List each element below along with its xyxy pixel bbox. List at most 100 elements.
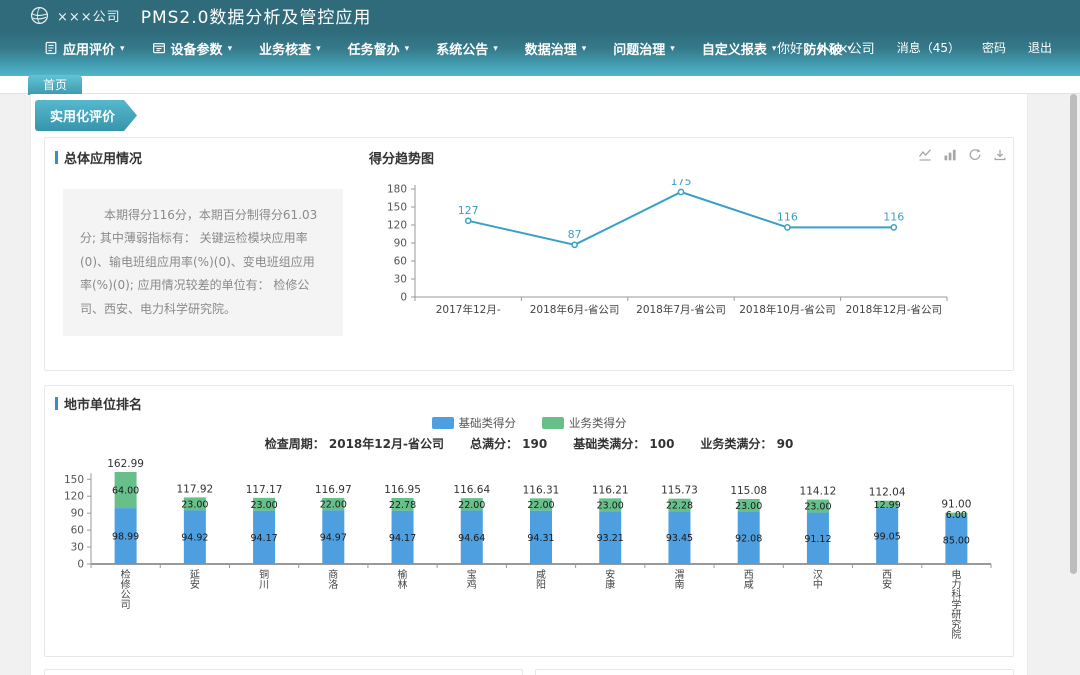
- svg-text:22.00: 22.00: [458, 500, 485, 511]
- nav-item-3[interactable]: 业务核查▾: [259, 39, 321, 58]
- svg-text:咸阳: 咸阳: [536, 569, 546, 591]
- summary-by-category-panel: 按大类汇总 总满分： 190基础类满分： 60业务类满分： 90系统类满分： 0: [535, 669, 1014, 675]
- svg-text:90: 90: [71, 508, 84, 520]
- nav-item-7[interactable]: 问题治理▾: [613, 39, 675, 58]
- svg-text:117.92: 117.92: [176, 483, 213, 495]
- caret-down-icon: ▾: [405, 44, 410, 54]
- svg-text:汉中: 汉中: [813, 569, 823, 591]
- user-greeting: 你好，×××公司: [777, 38, 875, 57]
- stat-item: 总满分： 190: [470, 435, 547, 452]
- download-icon[interactable]: [993, 148, 1007, 162]
- trend-panel: 得分趋势图 18015012090603001272017年12月-872018…: [357, 138, 1021, 370]
- svg-text:电力科学研究院: 电力科学研究院: [951, 568, 961, 641]
- overview-text: 本期得分116分，本期百分制得分61.03分; 其中薄弱指标有： 关键运检模块应…: [63, 189, 343, 336]
- svg-text:94.97: 94.97: [320, 533, 347, 544]
- svg-text:175: 175: [671, 179, 692, 188]
- svg-text:94.92: 94.92: [181, 533, 208, 544]
- ranking-bar-chart: 0306090120150162.9964.0098.99检修公司117.922…: [55, 456, 1003, 652]
- caret-down-icon: ▾: [582, 44, 587, 54]
- ranking-panel: 地市单位排名 基础类得分业务类得分 检查周期： 2018年12月-省公司总满分：…: [44, 385, 1014, 657]
- svg-text:西咸: 西咸: [744, 570, 754, 591]
- svg-text:商洛: 商洛: [328, 568, 338, 591]
- svg-text:162.99: 162.99: [107, 458, 144, 470]
- svg-text:114.12: 114.12: [800, 486, 837, 498]
- svg-text:116.21: 116.21: [592, 484, 629, 496]
- nav-item-1[interactable]: 应用评价▾: [44, 39, 125, 58]
- chart-legend: 基础类得分 业务类得分: [55, 415, 1003, 431]
- top-bar: ×××公司 PMS2.0数据分析及管控应用: [0, 0, 1080, 30]
- svg-text:94.17: 94.17: [389, 533, 416, 544]
- nav-item-4[interactable]: 任务督办▾: [348, 39, 410, 58]
- svg-text:90: 90: [394, 238, 407, 250]
- svg-text:99.05: 99.05: [874, 532, 901, 543]
- vertical-scrollbar[interactable]: [1070, 94, 1077, 574]
- svg-text:116.64: 116.64: [453, 484, 490, 496]
- trend-title: 得分趋势图: [369, 148, 1009, 167]
- trend-line-chart: 18015012090603001272017年12月-872018年6月-省公…: [369, 179, 1009, 331]
- svg-text:93.21: 93.21: [597, 533, 624, 544]
- svg-text:116: 116: [777, 210, 798, 223]
- overview-trend-panel: 总体应用情况 本期得分116分，本期百分制得分61.03分; 其中薄弱指标有： …: [44, 137, 1014, 371]
- svg-text:22.78: 22.78: [389, 500, 416, 511]
- svg-text:94.64: 94.64: [458, 533, 485, 544]
- svg-text:93.45: 93.45: [666, 533, 693, 544]
- svg-text:150: 150: [64, 474, 84, 486]
- svg-text:127: 127: [458, 204, 479, 217]
- legend-item[interactable]: 基础类得分: [432, 415, 517, 431]
- legend-swatch: [432, 417, 454, 429]
- line-chart-icon[interactable]: [918, 148, 932, 162]
- svg-text:0: 0: [400, 292, 407, 304]
- legend-item[interactable]: 业务类得分: [542, 415, 627, 431]
- svg-text:23.00: 23.00: [804, 502, 831, 513]
- svg-text:2018年12月-省公司: 2018年12月-省公司: [846, 303, 942, 316]
- stat-item: 基础类满分： 100: [573, 435, 674, 452]
- svg-text:23.00: 23.00: [250, 500, 277, 511]
- svg-text:116.31: 116.31: [523, 484, 560, 496]
- svg-text:30: 30: [394, 274, 407, 286]
- svg-text:112.04: 112.04: [869, 487, 906, 499]
- stat-item: 业务类满分： 90: [700, 435, 793, 452]
- svg-text:2018年7月-省公司: 2018年7月-省公司: [636, 303, 726, 316]
- main-card: 实用化评价 总体应用情况 本期得分116分，本期百分制得分61.03分; 其中薄…: [30, 94, 1028, 675]
- svg-text:铜川: 铜川: [259, 569, 269, 591]
- svg-text:12.99: 12.99: [874, 500, 901, 511]
- svg-text:榆林: 榆林: [398, 568, 408, 591]
- svg-text:94.31: 94.31: [527, 533, 554, 544]
- logout-link[interactable]: 退出: [1028, 39, 1052, 56]
- app-header: ×××公司 PMS2.0数据分析及管控应用 应用评价▾ 设备参数▾ 业务核查▾ 任务督…: [0, 0, 1080, 76]
- caret-down-icon: ▾: [772, 44, 777, 54]
- refresh-icon[interactable]: [968, 148, 982, 162]
- trend-toolbar: [918, 148, 1007, 162]
- tab-home[interactable]: 首页: [28, 75, 82, 95]
- svg-text:64.00: 64.00: [112, 486, 139, 497]
- svg-text:94.17: 94.17: [250, 533, 277, 544]
- svg-text:2018年10月-省公司: 2018年10月-省公司: [739, 303, 835, 316]
- nav-item-2[interactable]: 设备参数▾: [152, 39, 233, 58]
- svg-text:西安: 西安: [882, 570, 892, 591]
- password-link[interactable]: 密码: [982, 39, 1006, 56]
- caret-down-icon: ▾: [493, 44, 498, 54]
- ranking-title: 地市单位排名: [55, 394, 1003, 413]
- company-name: ×××公司: [57, 6, 121, 25]
- svg-text:116.95: 116.95: [384, 484, 421, 496]
- svg-text:115.08: 115.08: [730, 485, 767, 497]
- svg-text:23.00: 23.00: [181, 499, 208, 510]
- svg-text:安康: 安康: [605, 568, 615, 591]
- nav-item-8[interactable]: 自定义报表▾: [702, 39, 777, 58]
- nav-item-6[interactable]: 数据治理▾: [525, 39, 587, 58]
- svg-text:115.73: 115.73: [661, 485, 698, 497]
- svg-text:6.00: 6.00: [946, 510, 967, 521]
- overview-title: 总体应用情况: [55, 148, 351, 167]
- svg-text:延安: 延安: [190, 569, 200, 591]
- svg-text:150: 150: [387, 202, 407, 214]
- nav-item-5[interactable]: 系统公告▾: [436, 39, 498, 58]
- svg-text:87: 87: [568, 228, 582, 241]
- form-icon: [44, 41, 58, 55]
- nav-menu: 应用评价▾ 设备参数▾ 业务核查▾ 任务督办▾ 系统公告▾ 数据治理▾ 问题治理▾ 自定义报表…: [0, 30, 1080, 76]
- svg-text:120: 120: [64, 491, 84, 503]
- svg-text:85.00: 85.00: [943, 536, 970, 547]
- messages-link[interactable]: 消息（45）: [897, 39, 960, 56]
- svg-text:30: 30: [71, 542, 84, 554]
- svg-text:宝鸡: 宝鸡: [467, 568, 477, 591]
- bar-chart-icon[interactable]: [943, 148, 957, 162]
